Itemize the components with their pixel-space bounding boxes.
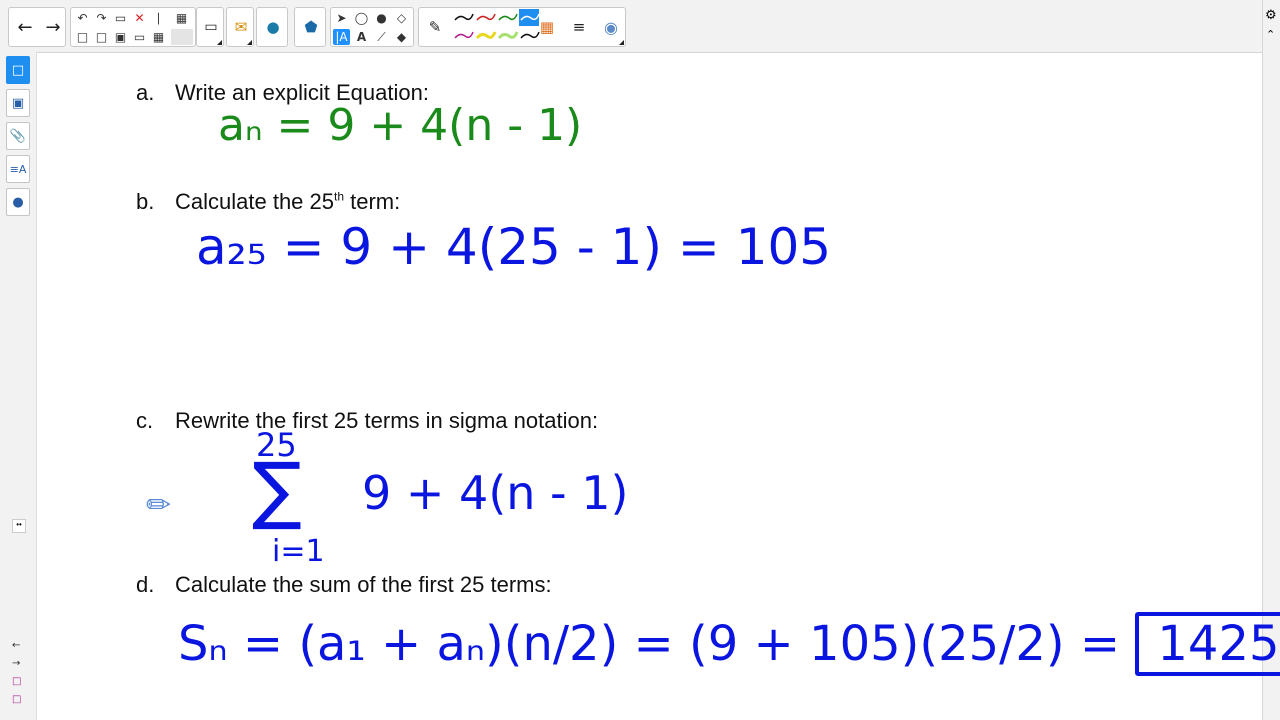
question-b: b. Calculate the 25th term: xyxy=(136,189,400,215)
addons-sidebar-icon[interactable]: ● xyxy=(6,188,30,216)
pen-cursor-icon: ✏ xyxy=(146,488,172,523)
line-icon[interactable]: ⟋ xyxy=(373,29,390,45)
back-arrow-icon[interactable]: ← xyxy=(11,12,39,42)
pen-style-red xyxy=(476,13,496,21)
next-page-icon[interactable]: → xyxy=(12,658,20,669)
question-d-text: Calculate the sum of the first 25 terms: xyxy=(175,572,552,597)
settings-gear-icon[interactable]: ⚙ xyxy=(1265,8,1277,23)
question-b-text-after: term: xyxy=(344,189,401,214)
paste-icon[interactable]: ▭ xyxy=(112,10,129,26)
gallery-icon[interactable]: ▣ xyxy=(6,89,30,117)
open-file-icon[interactable]: □ xyxy=(93,29,110,45)
save-icon[interactable]: ▣ xyxy=(112,29,129,45)
pen-icon[interactable]: ✎ xyxy=(421,12,449,42)
question-b-letter: b. xyxy=(136,189,155,214)
question-a-letter: a. xyxy=(136,80,155,105)
sigma-symbol-icon: ∑ xyxy=(252,447,302,533)
redo-icon[interactable]: ↷ xyxy=(93,10,110,26)
handwritten-equation-b: a₂₅ = 9 + 4(25 - 1) = 105 xyxy=(196,218,831,276)
screen-shade-icon[interactable]: ▦ xyxy=(150,29,167,45)
eraser-icon[interactable]: ◆ xyxy=(393,29,410,45)
question-d: d. Calculate the sum of the first 25 ter… xyxy=(136,572,552,598)
question-b-text-before: Calculate the 25 xyxy=(175,189,334,214)
display-group: ▭ xyxy=(196,7,224,47)
attachments-icon[interactable]: 📎 xyxy=(6,122,30,150)
blank-slot xyxy=(171,29,193,45)
handwritten-b-result: 105 xyxy=(735,218,832,276)
page-sorter-icon[interactable]: □ xyxy=(6,56,30,84)
fill-effect-icon[interactable]: ◉ xyxy=(597,12,625,42)
table-icon[interactable]: ▦ xyxy=(173,10,190,26)
pen-style-black-1 xyxy=(454,13,474,21)
shapes-tool-group: ⬟ xyxy=(294,7,326,47)
select-icon[interactable]: ➤ xyxy=(333,10,350,26)
question-b-superscript: th xyxy=(334,189,345,204)
color-palette-icon[interactable]: ▦ xyxy=(533,12,561,42)
fill-icon[interactable]: ● xyxy=(373,10,390,26)
pen-style-magenta xyxy=(454,31,474,39)
edit-group: ↶ ↷ ▭ ✕ ∣ ▦ □ □ ▣ ▭ ▦ xyxy=(70,7,196,47)
pen-style-yellow xyxy=(475,31,497,40)
question-d-letter: d. xyxy=(136,572,155,597)
prev-page-icon[interactable]: ← xyxy=(12,640,20,651)
handwritten-d-lhs: Sₙ = (a₁ + aₙ)(n/2) = (9 + 105)(25/2) = xyxy=(178,616,1136,672)
pens-group: ✎ ▦ ≡ ◉ xyxy=(418,7,626,47)
collapse-chevron-icon[interactable]: ⌃ xyxy=(1266,28,1275,41)
text-icon[interactable]: A xyxy=(353,29,370,45)
pen-style-lightgreen xyxy=(497,31,519,40)
sigma-lower-limit: i=1 xyxy=(272,534,325,569)
line-style-icon[interactable]: ≡ xyxy=(565,12,593,42)
left-sidebar: □ ▣ 📎 ≡A ● •• ← → □ □ xyxy=(0,52,37,720)
nav-group: ← → xyxy=(8,7,66,47)
small-page-icon-2[interactable]: □ xyxy=(12,694,21,705)
eraser-top-icon[interactable]: ◇ xyxy=(393,10,410,26)
shapes-icon[interactable]: ⬟ xyxy=(297,12,325,42)
pen-style-green xyxy=(498,13,518,21)
mail-icon[interactable]: ✉ xyxy=(227,12,255,42)
add-group: ✉ xyxy=(226,7,254,47)
screen-icon[interactable]: ▭ xyxy=(131,29,148,45)
small-page-icon-1[interactable]: □ xyxy=(12,676,21,687)
delete-icon[interactable]: ✕ xyxy=(131,10,148,26)
new-page-icon[interactable]: □ xyxy=(74,29,91,45)
main-toolbar: ← → ↶ ↷ ▭ ✕ ∣ ▦ □ □ ▣ ▭ ▦ ▭ ✉ ● ⬟ ➤ ◯ ● … xyxy=(0,0,1280,53)
question-c-text: Rewrite the first 25 terms in sigma nota… xyxy=(175,408,599,433)
collapse-handle-icon[interactable]: •• xyxy=(12,519,26,533)
text-tool-icon[interactable]: |A xyxy=(333,29,350,45)
sigma-expression: 9 + 4(n - 1) xyxy=(362,466,629,520)
shape-icon[interactable]: ◯ xyxy=(353,10,370,26)
clear-ink-icon[interactable]: ∣ xyxy=(150,10,167,26)
question-c: c. Rewrite the first 25 terms in sigma n… xyxy=(136,408,598,434)
select-group: ➤ ◯ ● ◇ |A A ⟋ ◆ xyxy=(330,7,414,47)
widgets-group: ● xyxy=(256,7,288,47)
forward-arrow-icon[interactable]: → xyxy=(39,12,67,42)
question-c-letter: c. xyxy=(136,408,154,433)
handwritten-equation-a: aₙ = 9 + 4(n - 1) xyxy=(218,100,583,151)
handwritten-b-lhs: a₂₅ = 9 + 4(25 - 1) = xyxy=(196,218,736,276)
addons-icon[interactable]: ● xyxy=(259,12,287,42)
undo-icon[interactable]: ↶ xyxy=(74,10,91,26)
handwritten-d-result: 1425 xyxy=(1135,612,1280,676)
question-b-text: Calculate the 25th term: xyxy=(175,189,400,215)
properties-icon[interactable]: ≡A xyxy=(6,155,30,183)
handwritten-equation-d: Sₙ = (a₁ + aₙ)(n/2) = (9 + 105)(25/2) = … xyxy=(178,612,1280,676)
display-icon[interactable]: ▭ xyxy=(197,12,225,42)
